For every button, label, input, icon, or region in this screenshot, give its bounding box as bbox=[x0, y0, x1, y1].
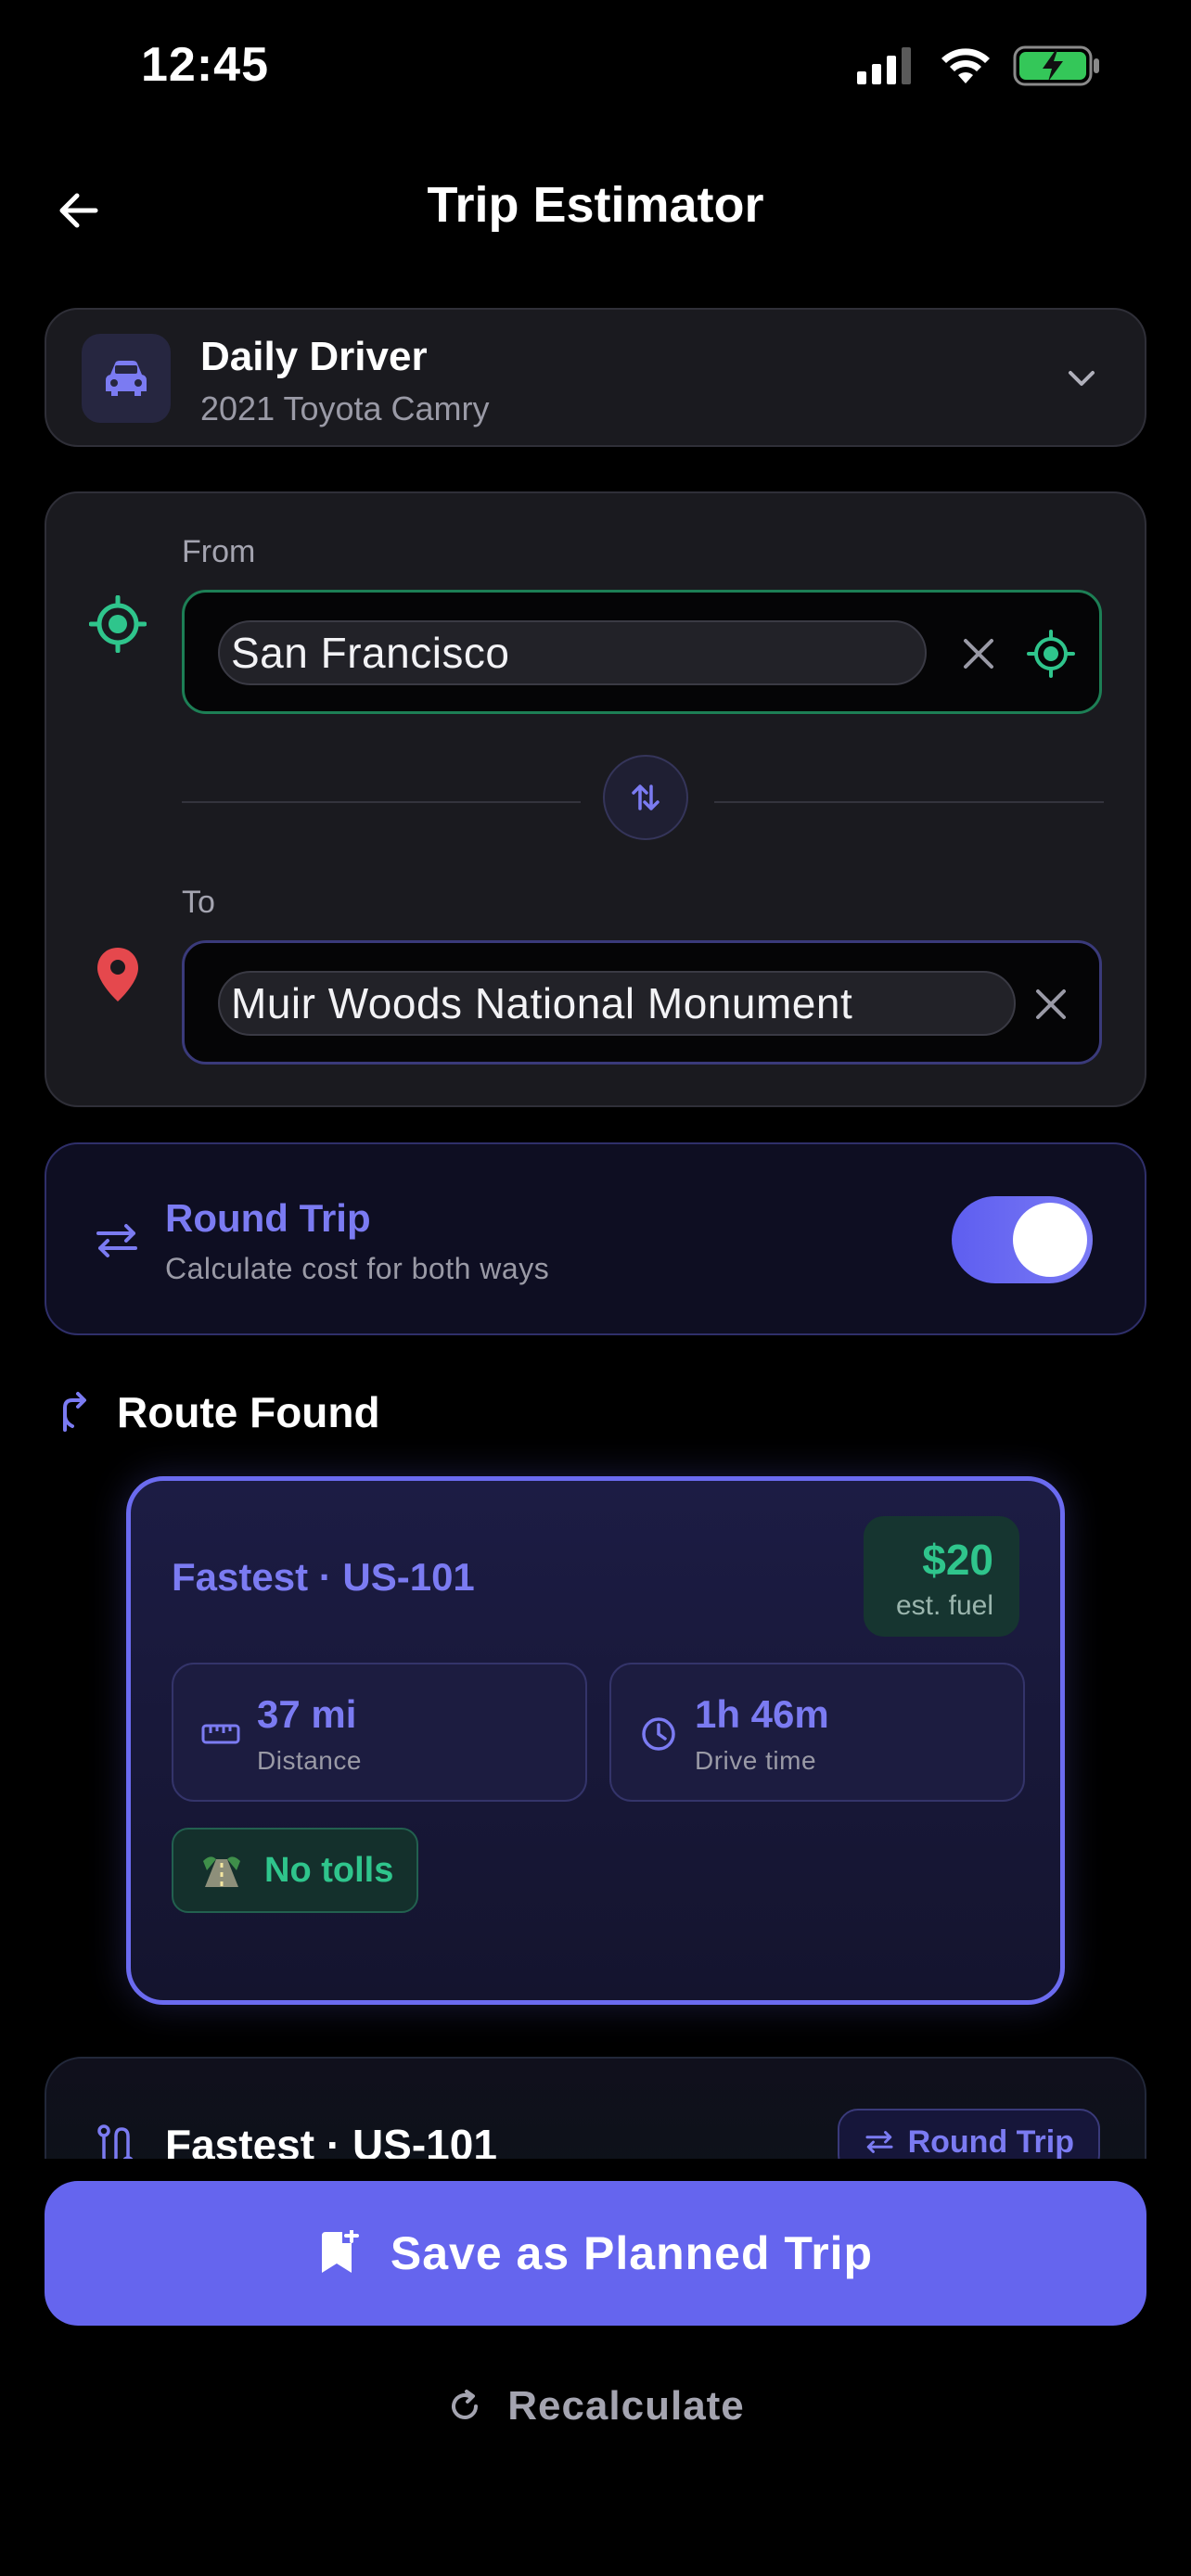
vehicle-model: 2021 Toyota Camry bbox=[200, 389, 490, 427]
origin-target-icon bbox=[87, 593, 148, 655]
vehicle-icon-box bbox=[82, 334, 171, 423]
round-trip-subtitle: Calculate cost for both ways bbox=[165, 1252, 550, 1285]
recalculate-button[interactable]: Recalculate bbox=[0, 2374, 1191, 2439]
from-label: From bbox=[182, 534, 256, 569]
round-trip-card: Round Trip Calculate cost for both ways bbox=[45, 1142, 1146, 1335]
bookmark-add-icon bbox=[321, 2230, 359, 2273]
wifi-icon bbox=[941, 48, 990, 83]
nav-bar: Trip Estimator bbox=[0, 158, 1191, 260]
divider-right bbox=[714, 801, 1104, 803]
recalculate-label: Recalculate bbox=[507, 2383, 745, 2429]
refresh-icon bbox=[452, 2390, 479, 2419]
use-current-location-button[interactable] bbox=[1023, 626, 1079, 682]
to-label: To bbox=[182, 885, 215, 920]
drive-time-label: Drive time bbox=[695, 1746, 817, 1775]
ruler-icon bbox=[199, 1713, 242, 1755]
close-icon bbox=[964, 639, 993, 669]
status-time: 12:45 bbox=[141, 38, 269, 92]
to-input[interactable]: Muir Woods National Monument bbox=[218, 971, 1016, 1036]
route-option-card[interactable]: Fastest · US-101 $20 est. fuel 37 mi Dis… bbox=[126, 1476, 1065, 2005]
route-found-header: Route Found bbox=[117, 1388, 380, 1436]
round-trip-badge-label: Round Trip bbox=[907, 2123, 1074, 2160]
drive-time-stat: 1h 46m Drive time bbox=[609, 1663, 1025, 1802]
drive-time-value: 1h 46m bbox=[695, 1692, 829, 1736]
price-badge: $20 est. fuel bbox=[864, 1516, 1019, 1637]
distance-label: Distance bbox=[257, 1746, 362, 1775]
distance-value: 37 mi bbox=[257, 1692, 357, 1736]
status-bar: 12:45 bbox=[0, 0, 1191, 139]
swap-horizontal-icon bbox=[89, 1213, 145, 1269]
route-found-icon bbox=[54, 1382, 91, 1441]
save-planned-trip-button[interactable]: Save as Planned Trip bbox=[45, 2181, 1146, 2326]
route-title: Fastest · US-101 bbox=[172, 1555, 475, 1599]
battery-charging-icon bbox=[1013, 45, 1099, 86]
swap-horizontal-icon bbox=[865, 2131, 893, 2153]
crosshair-icon bbox=[1027, 630, 1075, 678]
chevron-down-icon bbox=[1056, 352, 1108, 404]
clear-from-button[interactable] bbox=[951, 626, 1006, 682]
tolls-text: No tolls bbox=[264, 1850, 394, 1890]
car-icon bbox=[106, 361, 147, 396]
clock-icon bbox=[637, 1713, 680, 1755]
destination-pin-icon bbox=[87, 944, 148, 1005]
from-input[interactable]: San Francisco bbox=[218, 620, 927, 685]
save-button-label: Save as Planned Trip bbox=[390, 2227, 874, 2279]
locations-card: From San Francisco To Muir Woods Nationa… bbox=[45, 491, 1146, 1107]
page-title: Trip Estimator bbox=[427, 177, 764, 233]
to-field[interactable]: Muir Woods National Monument bbox=[182, 940, 1102, 1065]
tolls-badge: No tolls bbox=[172, 1828, 418, 1913]
round-trip-title: Round Trip bbox=[165, 1196, 371, 1240]
price-value: $20 bbox=[922, 1536, 993, 1584]
clear-to-button[interactable] bbox=[1023, 976, 1079, 1032]
vehicle-selector[interactable]: Daily Driver 2021 Toyota Camry bbox=[45, 308, 1146, 447]
vehicle-name: Daily Driver bbox=[200, 334, 428, 379]
distance-stat: 37 mi Distance bbox=[172, 1663, 587, 1802]
close-icon bbox=[1036, 989, 1066, 1019]
road-icon bbox=[203, 1856, 240, 1887]
divider-left bbox=[182, 801, 581, 803]
cellular-signal-icon bbox=[857, 47, 911, 84]
swap-vertical-icon bbox=[632, 784, 660, 810]
status-icons bbox=[857, 45, 1102, 87]
price-label: est. fuel bbox=[895, 1590, 993, 1621]
round-trip-toggle[interactable] bbox=[952, 1196, 1093, 1283]
from-field[interactable]: San Francisco bbox=[182, 590, 1102, 714]
toggle-knob bbox=[1013, 1203, 1087, 1277]
swap-locations-button[interactable] bbox=[603, 755, 688, 840]
